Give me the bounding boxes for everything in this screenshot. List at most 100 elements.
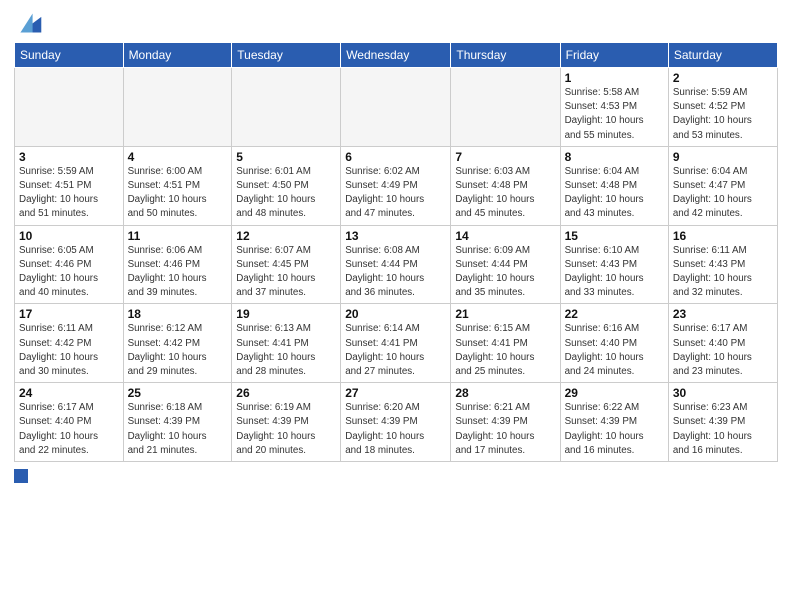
calendar-header-sunday: Sunday	[15, 43, 124, 68]
day-info: Sunrise: 6:18 AM Sunset: 4:39 PM Dayligh…	[128, 401, 228, 458]
day-info: Sunrise: 6:05 AM Sunset: 4:46 PM Dayligh…	[19, 244, 119, 301]
day-info: Sunrise: 6:00 AM Sunset: 4:51 PM Dayligh…	[128, 165, 228, 222]
calendar-week-4: 17Sunrise: 6:11 AM Sunset: 4:42 PM Dayli…	[15, 304, 778, 383]
calendar-cell: 10Sunrise: 6:05 AM Sunset: 4:46 PM Dayli…	[15, 225, 124, 304]
day-info: Sunrise: 6:08 AM Sunset: 4:44 PM Dayligh…	[345, 244, 446, 301]
day-info: Sunrise: 5:58 AM Sunset: 4:53 PM Dayligh…	[565, 86, 664, 143]
day-number: 6	[345, 150, 446, 164]
day-number: 27	[345, 386, 446, 400]
day-info: Sunrise: 6:23 AM Sunset: 4:39 PM Dayligh…	[673, 401, 773, 458]
day-number: 20	[345, 307, 446, 321]
calendar-header-tuesday: Tuesday	[232, 43, 341, 68]
calendar-cell: 1Sunrise: 5:58 AM Sunset: 4:53 PM Daylig…	[560, 68, 668, 147]
day-number: 18	[128, 307, 228, 321]
calendar-cell: 8Sunrise: 6:04 AM Sunset: 4:48 PM Daylig…	[560, 146, 668, 225]
day-number: 10	[19, 229, 119, 243]
day-info: Sunrise: 6:21 AM Sunset: 4:39 PM Dayligh…	[455, 401, 555, 458]
legend	[14, 469, 778, 483]
day-number: 13	[345, 229, 446, 243]
day-info: Sunrise: 6:02 AM Sunset: 4:49 PM Dayligh…	[345, 165, 446, 222]
day-info: Sunrise: 6:17 AM Sunset: 4:40 PM Dayligh…	[19, 401, 119, 458]
day-info: Sunrise: 6:19 AM Sunset: 4:39 PM Dayligh…	[236, 401, 336, 458]
calendar-cell: 24Sunrise: 6:17 AM Sunset: 4:40 PM Dayli…	[15, 383, 124, 462]
calendar-cell: 13Sunrise: 6:08 AM Sunset: 4:44 PM Dayli…	[341, 225, 451, 304]
header	[14, 10, 778, 36]
day-number: 4	[128, 150, 228, 164]
calendar-header-friday: Friday	[560, 43, 668, 68]
calendar-cell: 9Sunrise: 6:04 AM Sunset: 4:47 PM Daylig…	[668, 146, 777, 225]
calendar-cell: 14Sunrise: 6:09 AM Sunset: 4:44 PM Dayli…	[451, 225, 560, 304]
day-number: 28	[455, 386, 555, 400]
calendar-week-1: 1Sunrise: 5:58 AM Sunset: 4:53 PM Daylig…	[15, 68, 778, 147]
calendar-cell: 29Sunrise: 6:22 AM Sunset: 4:39 PM Dayli…	[560, 383, 668, 462]
day-info: Sunrise: 6:04 AM Sunset: 4:48 PM Dayligh…	[565, 165, 664, 222]
calendar-cell: 15Sunrise: 6:10 AM Sunset: 4:43 PM Dayli…	[560, 225, 668, 304]
day-info: Sunrise: 6:22 AM Sunset: 4:39 PM Dayligh…	[565, 401, 664, 458]
calendar-week-3: 10Sunrise: 6:05 AM Sunset: 4:46 PM Dayli…	[15, 225, 778, 304]
calendar-cell: 19Sunrise: 6:13 AM Sunset: 4:41 PM Dayli…	[232, 304, 341, 383]
calendar-cell: 7Sunrise: 6:03 AM Sunset: 4:48 PM Daylig…	[451, 146, 560, 225]
calendar-cell: 2Sunrise: 5:59 AM Sunset: 4:52 PM Daylig…	[668, 68, 777, 147]
day-number: 24	[19, 386, 119, 400]
day-number: 25	[128, 386, 228, 400]
calendar-table: SundayMondayTuesdayWednesdayThursdayFrid…	[14, 42, 778, 462]
calendar-cell: 25Sunrise: 6:18 AM Sunset: 4:39 PM Dayli…	[123, 383, 232, 462]
day-number: 14	[455, 229, 555, 243]
day-number: 3	[19, 150, 119, 164]
calendar-cell	[341, 68, 451, 147]
day-number: 19	[236, 307, 336, 321]
day-number: 8	[565, 150, 664, 164]
day-info: Sunrise: 6:11 AM Sunset: 4:42 PM Dayligh…	[19, 322, 119, 379]
calendar-cell: 16Sunrise: 6:11 AM Sunset: 4:43 PM Dayli…	[668, 225, 777, 304]
day-number: 30	[673, 386, 773, 400]
calendar-cell: 26Sunrise: 6:19 AM Sunset: 4:39 PM Dayli…	[232, 383, 341, 462]
day-info: Sunrise: 6:20 AM Sunset: 4:39 PM Dayligh…	[345, 401, 446, 458]
calendar-cell: 18Sunrise: 6:12 AM Sunset: 4:42 PM Dayli…	[123, 304, 232, 383]
calendar-cell: 23Sunrise: 6:17 AM Sunset: 4:40 PM Dayli…	[668, 304, 777, 383]
day-info: Sunrise: 6:13 AM Sunset: 4:41 PM Dayligh…	[236, 322, 336, 379]
calendar-cell: 28Sunrise: 6:21 AM Sunset: 4:39 PM Dayli…	[451, 383, 560, 462]
logo-icon	[17, 10, 43, 36]
calendar-cell: 27Sunrise: 6:20 AM Sunset: 4:39 PM Dayli…	[341, 383, 451, 462]
day-number: 1	[565, 71, 664, 85]
calendar-cell	[123, 68, 232, 147]
day-info: Sunrise: 6:17 AM Sunset: 4:40 PM Dayligh…	[673, 322, 773, 379]
day-info: Sunrise: 6:16 AM Sunset: 4:40 PM Dayligh…	[565, 322, 664, 379]
calendar-header-thursday: Thursday	[451, 43, 560, 68]
day-info: Sunrise: 5:59 AM Sunset: 4:51 PM Dayligh…	[19, 165, 119, 222]
calendar-cell: 20Sunrise: 6:14 AM Sunset: 4:41 PM Dayli…	[341, 304, 451, 383]
calendar-cell	[232, 68, 341, 147]
day-number: 23	[673, 307, 773, 321]
calendar-header-row: SundayMondayTuesdayWednesdayThursdayFrid…	[15, 43, 778, 68]
calendar-cell: 30Sunrise: 6:23 AM Sunset: 4:39 PM Dayli…	[668, 383, 777, 462]
day-number: 12	[236, 229, 336, 243]
calendar-header-wednesday: Wednesday	[341, 43, 451, 68]
day-info: Sunrise: 6:10 AM Sunset: 4:43 PM Dayligh…	[565, 244, 664, 301]
day-info: Sunrise: 6:14 AM Sunset: 4:41 PM Dayligh…	[345, 322, 446, 379]
day-number: 2	[673, 71, 773, 85]
calendar-cell: 11Sunrise: 6:06 AM Sunset: 4:46 PM Dayli…	[123, 225, 232, 304]
day-number: 7	[455, 150, 555, 164]
calendar-cell: 17Sunrise: 6:11 AM Sunset: 4:42 PM Dayli…	[15, 304, 124, 383]
calendar-cell	[451, 68, 560, 147]
day-number: 26	[236, 386, 336, 400]
day-number: 11	[128, 229, 228, 243]
calendar-cell: 5Sunrise: 6:01 AM Sunset: 4:50 PM Daylig…	[232, 146, 341, 225]
calendar-cell: 12Sunrise: 6:07 AM Sunset: 4:45 PM Dayli…	[232, 225, 341, 304]
day-info: Sunrise: 6:15 AM Sunset: 4:41 PM Dayligh…	[455, 322, 555, 379]
day-info: Sunrise: 6:01 AM Sunset: 4:50 PM Dayligh…	[236, 165, 336, 222]
day-info: Sunrise: 6:07 AM Sunset: 4:45 PM Dayligh…	[236, 244, 336, 301]
day-info: Sunrise: 5:59 AM Sunset: 4:52 PM Dayligh…	[673, 86, 773, 143]
day-info: Sunrise: 6:06 AM Sunset: 4:46 PM Dayligh…	[128, 244, 228, 301]
page-container: SundayMondayTuesdayWednesdayThursdayFrid…	[0, 0, 792, 493]
calendar-cell: 22Sunrise: 6:16 AM Sunset: 4:40 PM Dayli…	[560, 304, 668, 383]
calendar-week-5: 24Sunrise: 6:17 AM Sunset: 4:40 PM Dayli…	[15, 383, 778, 462]
logo	[14, 14, 43, 36]
calendar-header-saturday: Saturday	[668, 43, 777, 68]
calendar-cell	[15, 68, 124, 147]
day-number: 29	[565, 386, 664, 400]
calendar-cell: 4Sunrise: 6:00 AM Sunset: 4:51 PM Daylig…	[123, 146, 232, 225]
day-info: Sunrise: 6:12 AM Sunset: 4:42 PM Dayligh…	[128, 322, 228, 379]
day-info: Sunrise: 6:04 AM Sunset: 4:47 PM Dayligh…	[673, 165, 773, 222]
day-number: 5	[236, 150, 336, 164]
